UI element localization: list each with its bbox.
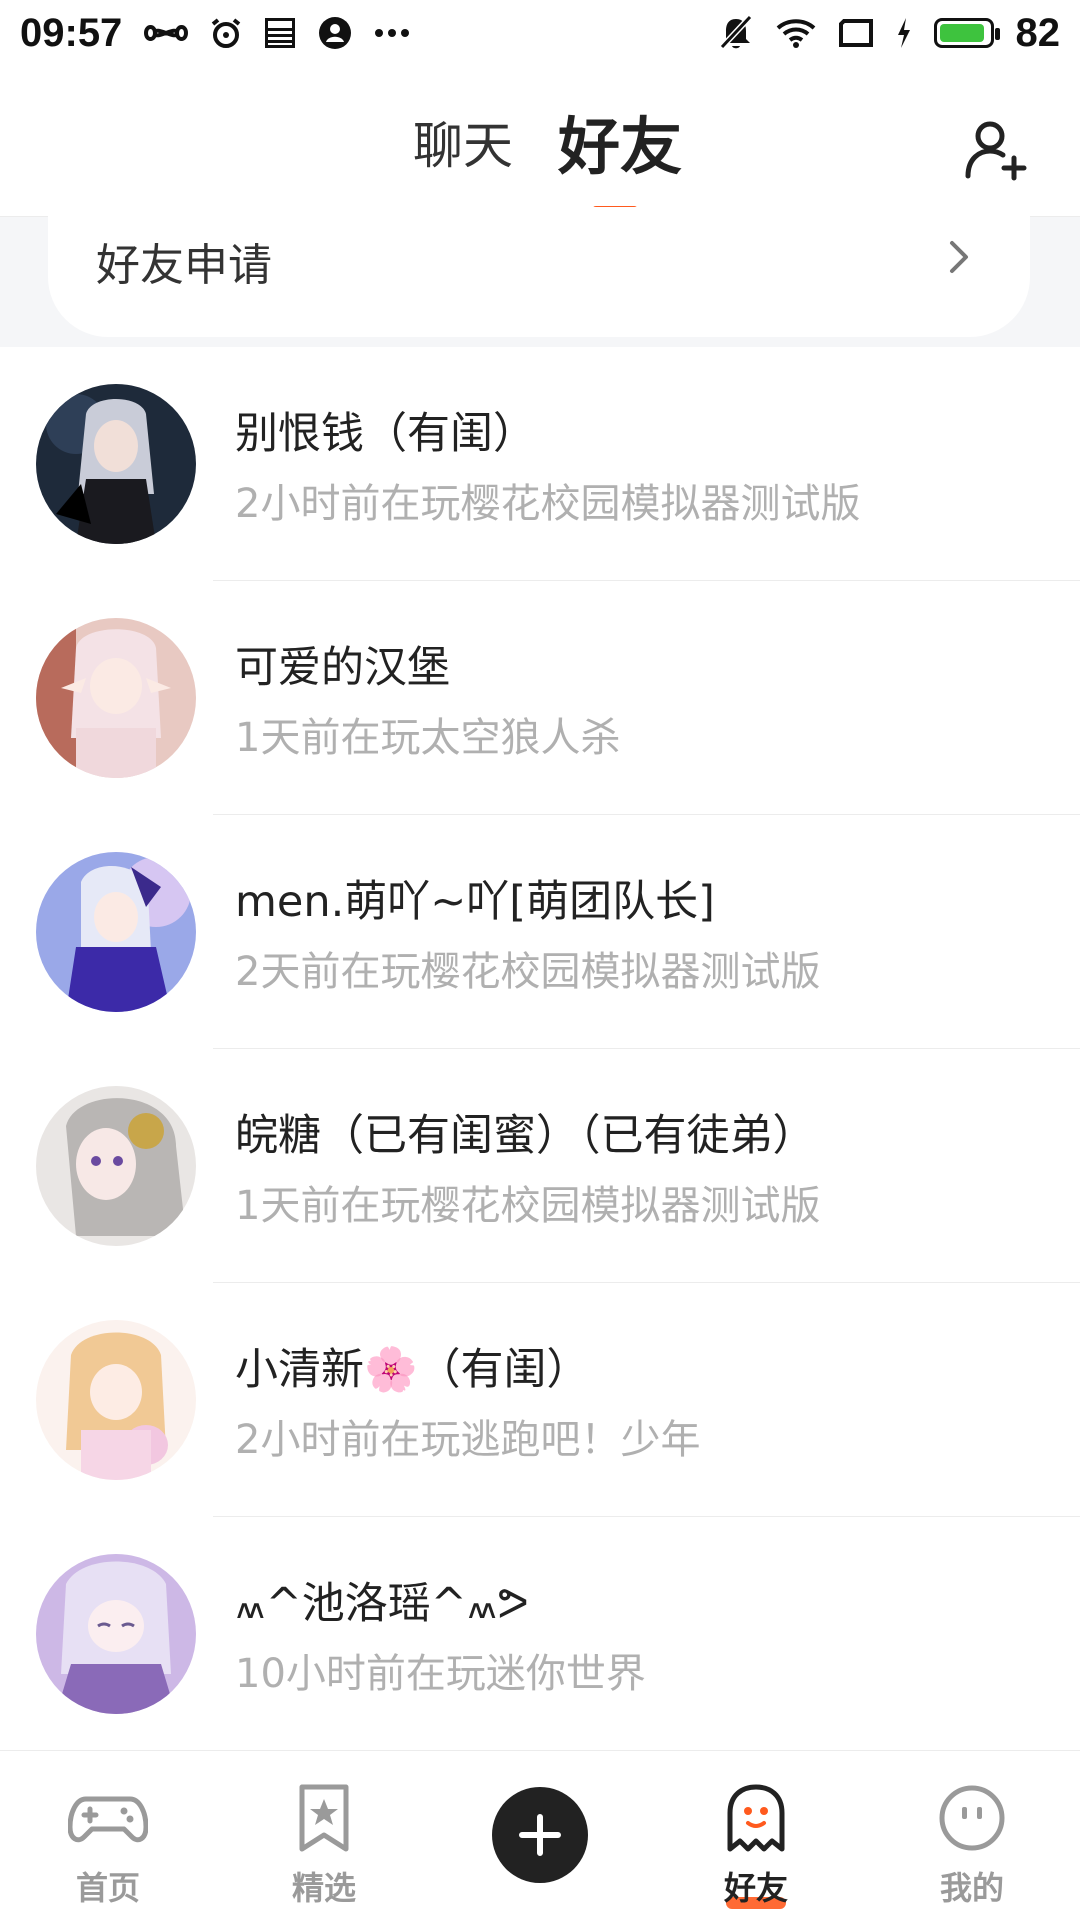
nav-home[interactable]: 首页 [0,1751,216,1921]
more-icon [374,28,410,38]
face-icon [939,1785,1005,1851]
friend-list: 别恨钱（有闺） 2小时前在玩樱花校园模拟器测试版 可爱的汉堡 1天前在玩太空狼人… [0,347,1080,1751]
create-button[interactable] [492,1787,588,1883]
friend-status: 2天前在玩樱花校园模拟器测试版 [235,949,821,995]
friend-list-item[interactable]: ៳^池洛瑶^៳ᕗ 10小时前在玩迷你世界 [0,1517,1080,1751]
friend-request-label: 好友申请 [96,240,272,291]
status-time: 09:57 [20,10,123,55]
nav-label-me: 我的 [939,1869,1004,1907]
avatar[interactable] [36,852,196,1012]
tab-chat[interactable]: 聊天 [413,106,513,178]
friend-status: 1天前在玩樱花校园模拟器测试版 [235,1183,821,1229]
friend-status: 2小时前在玩樱花校园模拟器测试版 [235,481,861,527]
friend-request-card[interactable]: 好友申请 [48,207,1030,337]
screen-icon [838,18,874,48]
gamepad-icon [68,1796,148,1843]
nav-me[interactable]: 我的 [864,1751,1080,1921]
battery-level: 82 [1015,10,1061,55]
friend-list-item[interactable]: men.萌吖~吖[萌团队长] 2天前在玩樱花校园模拟器测试版 [0,815,1080,1049]
charging-icon [896,18,912,48]
friend-status: 10小时前在玩迷你世界 [235,1651,646,1697]
wifi-icon [776,17,816,49]
friend-name: 可爱的汉堡 [235,643,450,693]
mute-icon [718,15,754,51]
status-bar: 09:57 82 [0,0,1080,66]
friend-list-item[interactable]: 小清新🌸（有闺） 2小时前在玩逃跑吧！少年 [0,1283,1080,1517]
nav-label-featured: 精选 [291,1869,356,1907]
friend-name: ៳^池洛瑶^៳ᕗ [235,1579,529,1629]
friend-name: 皖糖（已有闺蜜）（已有徒弟） [235,1111,816,1161]
nav-featured[interactable]: 精选 [216,1751,432,1921]
friend-status: 2小时前在玩逃跑吧！少年 [235,1417,701,1463]
ghost-icon [727,1784,785,1852]
alarm-icon [210,17,242,49]
plus-icon [519,1814,561,1856]
chevron-right-icon [950,241,968,273]
avatar[interactable] [36,384,196,544]
friend-request-area: 好友申请 [0,207,1080,347]
avatar[interactable] [36,1086,196,1246]
account-icon [318,16,352,50]
battery-icon [933,18,1000,48]
friend-name: men.萌吖~吖[萌团队长] [235,877,715,927]
friend-list-item[interactable]: 皖糖（已有闺蜜）（已有徒弟） 1天前在玩樱花校园模拟器测试版 [0,1049,1080,1283]
avatar[interactable] [36,1554,196,1714]
friend-status: 1天前在玩太空狼人杀 [235,715,621,761]
infinity-icon [144,20,189,46]
nav-label-friends: 好友 [723,1869,788,1907]
friend-list-item[interactable]: 别恨钱（有闺） 2小时前在玩樱花校园模拟器测试版 [0,347,1080,581]
top-header: 聊天 好友 [0,66,1080,217]
add-user-icon [965,121,1027,181]
news-icon [264,17,296,49]
friend-list-item[interactable]: 可爱的汉堡 1天前在玩太空狼人杀 [0,581,1080,815]
friend-name: 别恨钱（有闺） [235,409,536,459]
add-friend-button[interactable] [960,114,1032,186]
friend-name: 小清新🌸（有闺） [235,1345,590,1395]
star-bookmark-icon [299,1784,349,1852]
nav-friends[interactable]: 好友 [648,1751,864,1921]
tab-friends[interactable]: 好友 [558,96,682,186]
avatar[interactable] [36,1320,196,1480]
avatar[interactable] [36,618,196,778]
nav-label-home: 首页 [75,1869,140,1907]
bottom-nav: 首页 精选 好友 我的 [0,1750,1080,1921]
